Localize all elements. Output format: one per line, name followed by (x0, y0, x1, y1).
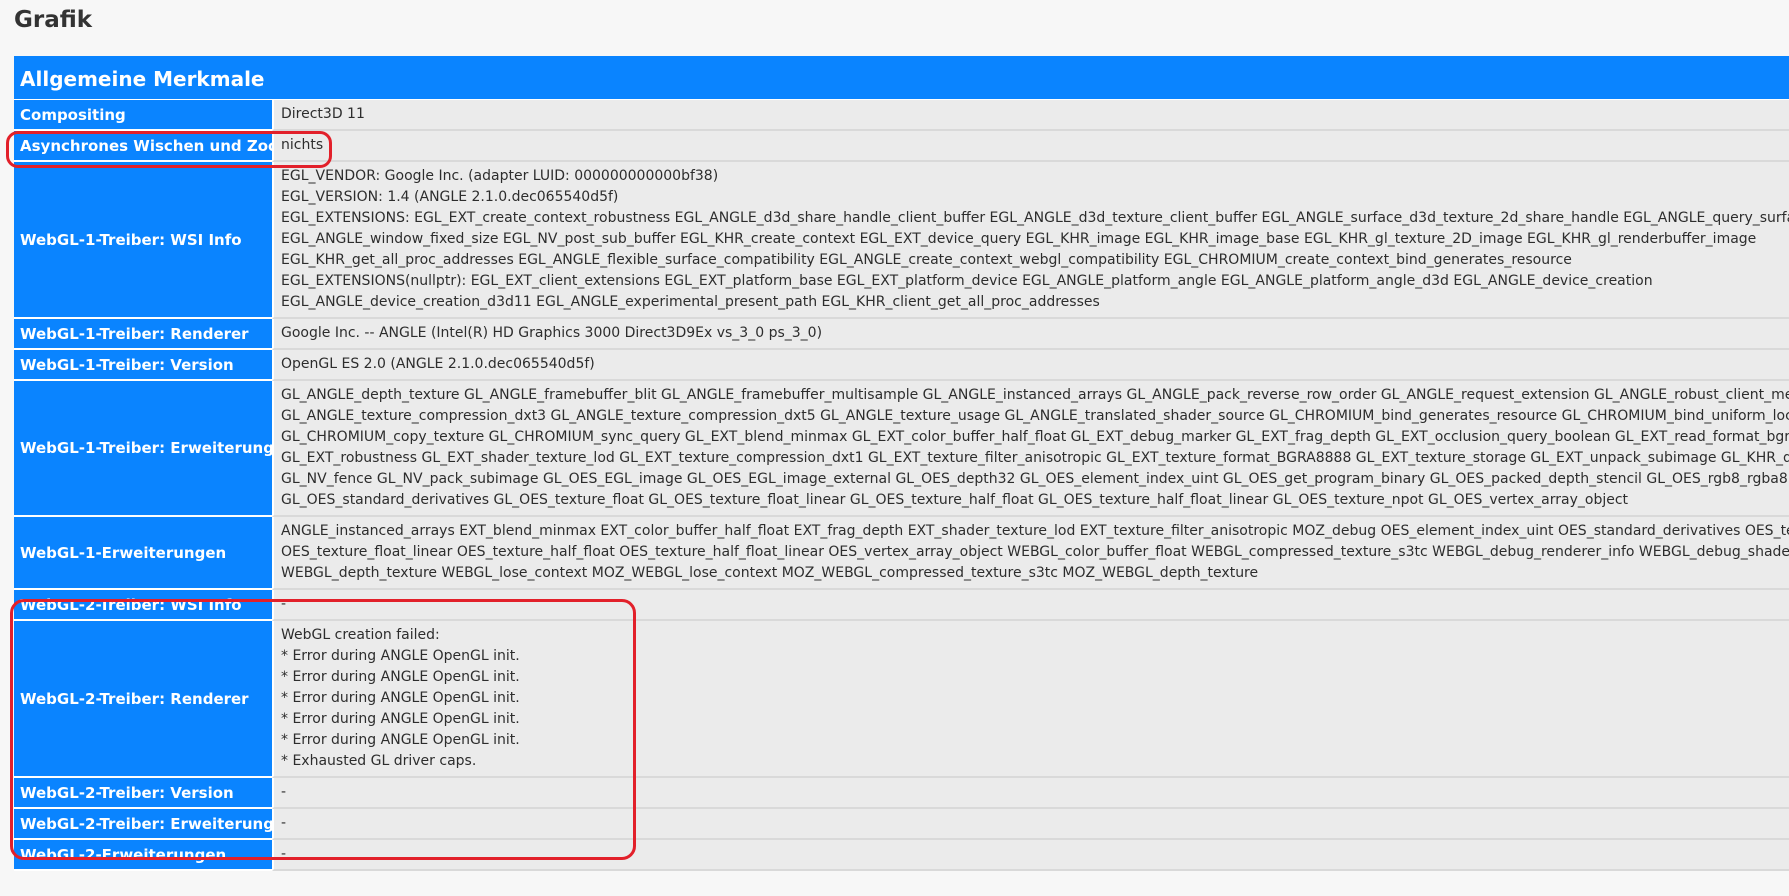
row-value: OpenGL ES 2.0 (ANGLE 2.1.0.dec065540d5f) (272, 350, 1789, 381)
table-row: WebGL-2-Treiber: Version - (14, 778, 1789, 809)
row-value: Direct3D 11 (272, 100, 1789, 131)
row-value: ANGLE_instanced_arrays EXT_blend_minmax … (272, 517, 1789, 590)
row-value-line: EGL_KHR_get_all_proc_addresses EGL_ANGLE… (281, 252, 1572, 268)
table-row: WebGL-1-Treiber: WSI Info EGL_VENDOR: Goo… (14, 162, 1789, 319)
row-value-line: EGL_VENDOR: Google Inc. (adapter LUID: 0… (281, 168, 719, 184)
table-row: WebGL-2-Treiber: Erweiterungen - (14, 809, 1789, 840)
graphics-table-container: Allgemeine Merkmale Compositing Direct3D … (14, 56, 1789, 871)
row-value: - (272, 809, 1789, 840)
row-value-line: EGL_VERSION: 1.4 (ANGLE 2.1.0.dec065540d… (281, 189, 619, 205)
table-row: WebGL-1-Erweiterungen ANGLE_instanced_arr… (14, 517, 1789, 590)
row-value-line: * Error during ANGLE OpenGL init. (281, 732, 520, 748)
row-value-line: EGL_EXTENSIONS(nullptr): EGL_EXT_client_… (281, 273, 1653, 289)
row-value: - (272, 840, 1789, 871)
row-key-label: Compositing (14, 100, 272, 131)
row-key-label: WebGL-2-Treiber: Erweiterungen (14, 809, 272, 840)
row-value: EGL_VENDOR: Google Inc. (adapter LUID: 0… (272, 162, 1789, 319)
row-value-line: ANGLE_instanced_arrays EXT_blend_minmax … (281, 523, 1789, 539)
row-value-line: - (281, 846, 287, 862)
row-key-label: WebGL-2-Erweiterungen (14, 840, 272, 871)
row-value-line: * Exhausted GL driver caps. (281, 753, 477, 769)
row-value-line: WebGL creation failed: (281, 627, 440, 643)
row-value-line: - (281, 815, 287, 831)
row-value: - (272, 590, 1789, 621)
row-value-line: - (281, 784, 287, 800)
row-value-line: * Error during ANGLE OpenGL init. (281, 669, 520, 685)
row-value-line: * Error during ANGLE OpenGL init. (281, 711, 520, 727)
row-value-line: GL_ANGLE_depth_texture GL_ANGLE_framebuf… (281, 387, 1789, 403)
row-key-label: WebGL-2-Treiber: Version (14, 778, 272, 809)
row-key-label: WebGL-1-Treiber: WSI Info (14, 162, 272, 319)
row-value-line: * Error during ANGLE OpenGL init. (281, 648, 520, 664)
row-key-label: Asynchrones Wischen und Zoomen (14, 131, 272, 162)
row-key-label: WebGL-1-Erweiterungen (14, 517, 272, 590)
table-row: WebGL-1-Treiber: Version OpenGL ES 2.0 (A… (14, 350, 1789, 381)
row-key-label: WebGL-2-Treiber: WSI Info (14, 590, 272, 621)
row-key-label: WebGL-2-Treiber: Renderer (14, 621, 272, 778)
row-value-line: OES_texture_float_linear OES_texture_hal… (281, 544, 1789, 560)
table-row: WebGL-2-Treiber: WSI Info - (14, 590, 1789, 621)
row-value-line: Google Inc. -- ANGLE (Intel(R) HD Graphi… (281, 325, 823, 341)
row-value-line: GL_CHROMIUM_copy_texture GL_CHROMIUM_syn… (281, 429, 1789, 445)
row-key-label: WebGL-1-Treiber: Renderer (14, 319, 272, 350)
row-value-line: GL_EXT_robustness GL_EXT_shader_texture_… (281, 450, 1789, 466)
graphics-properties-table: Allgemeine Merkmale Compositing Direct3D … (14, 56, 1789, 871)
row-value-line: nichts (281, 137, 324, 153)
row-value: nichts (272, 131, 1789, 162)
table-row: WebGL-1-Treiber: Renderer Google Inc. -- … (14, 319, 1789, 350)
row-value-line: GL_ANGLE_texture_compression_dxt3 GL_ANG… (281, 408, 1789, 424)
row-value: WebGL creation failed: * Error during ANG… (272, 621, 1789, 778)
row-value-line: - (281, 596, 287, 612)
row-value-line: GL_OES_standard_derivatives GL_OES_textu… (281, 492, 1629, 508)
section-title: Allgemeine Merkmale (14, 58, 1789, 100)
row-value: GL_ANGLE_depth_texture GL_ANGLE_framebuf… (272, 381, 1789, 517)
table-row: Compositing Direct3D 11 (14, 100, 1789, 131)
row-value: Google Inc. -- ANGLE (Intel(R) HD Graphi… (272, 319, 1789, 350)
row-value-line: EGL_EXTENSIONS: EGL_EXT_create_context_r… (281, 210, 1789, 226)
row-value-line: EGL_ANGLE_device_creation_d3d11 EGL_ANGL… (281, 294, 1100, 310)
row-value: - (272, 778, 1789, 809)
row-key-label: WebGL-1-Treiber: Erweiterungen (14, 381, 272, 517)
row-value-line: OpenGL ES 2.0 (ANGLE 2.1.0.dec065540d5f) (281, 356, 595, 372)
table-row: WebGL-2-Treiber: Renderer WebGL creation … (14, 621, 1789, 778)
table-row: WebGL-1-Treiber: Erweiterungen GL_ANGLE_d… (14, 381, 1789, 517)
row-value-line: * Error during ANGLE OpenGL init. (281, 690, 520, 706)
row-value-line: WEBGL_depth_texture WEBGL_lose_context M… (281, 565, 1259, 581)
row-key-label: WebGL-1-Treiber: Version (14, 350, 272, 381)
row-value-line: EGL_ANGLE_window_fixed_size EGL_NV_post_… (281, 231, 1757, 247)
page-title: Grafik (14, 7, 93, 33)
row-value-line: GL_NV_fence GL_NV_pack_subimage GL_OES_E… (281, 471, 1788, 487)
section-header-row: Allgemeine Merkmale (14, 58, 1789, 100)
table-row: Asynchrones Wischen und Zoomen nichts (14, 131, 1789, 162)
row-value-line: Direct3D 11 (281, 106, 365, 122)
table-row: WebGL-2-Erweiterungen - (14, 840, 1789, 871)
